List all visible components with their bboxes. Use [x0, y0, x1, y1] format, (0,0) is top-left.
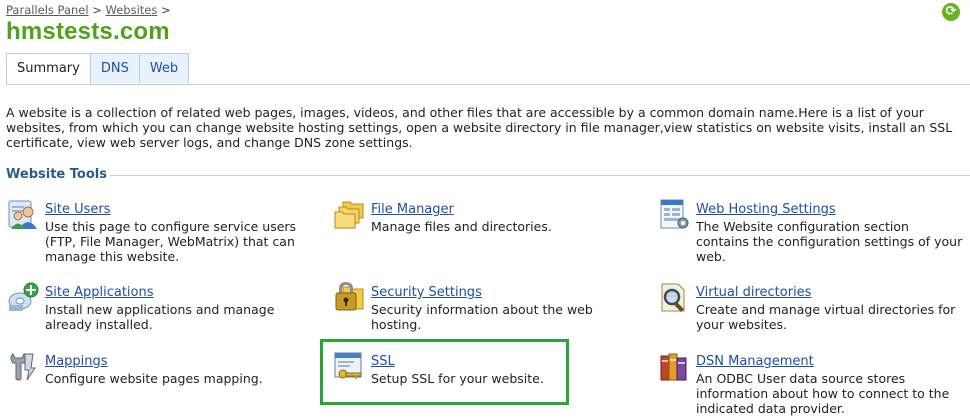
intro-text: A website is a collection of related web…: [6, 105, 953, 150]
refresh-icon[interactable]: ⟳: [942, 3, 960, 21]
folders-icon[interactable]: [333, 198, 365, 230]
breadcrumb-link-websites[interactable]: Websites: [106, 3, 158, 17]
add-application-icon[interactable]: [7, 281, 39, 313]
magnifier-page-icon[interactable]: [658, 281, 690, 313]
dsn-management-description: An ODBC User data source stores informat…: [696, 371, 950, 416]
virtual-directories-link[interactable]: Virtual directories: [696, 285, 811, 301]
dsn-management-link[interactable]: DSN Management: [696, 354, 814, 370]
web-hosting-settings-description: The Website configuration section contai…: [696, 219, 963, 264]
tab-bar: Summary DNS Web: [6, 53, 190, 85]
tool-text: Security Settings Security information a…: [371, 281, 623, 332]
database-books-icon[interactable]: [658, 350, 690, 382]
users-icon[interactable]: [7, 198, 39, 230]
tab-dns[interactable]: DNS: [89, 53, 140, 83]
wrench-icon[interactable]: [7, 350, 39, 382]
site-users-description: Use this page to configure service users…: [45, 219, 297, 264]
security-settings-link[interactable]: Security Settings: [371, 285, 482, 301]
section-divider: [110, 175, 970, 176]
tool-text: Web Hosting Settings The Website configu…: [696, 198, 963, 264]
tab-divider: [6, 84, 970, 85]
tool-text: DSN Management An ODBC User data source …: [696, 350, 963, 416]
file-manager-description: Manage files and directories.: [371, 219, 552, 234]
virtual-directories-description: Create and manage virtual directories fo…: [696, 302, 956, 332]
breadcrumb-separator: >: [161, 3, 171, 17]
tool-text: Site Users Use this page to configure se…: [45, 198, 307, 264]
breadcrumb-link-parallels-panel[interactable]: Parallels Panel: [6, 3, 89, 17]
tool-text: Mappings Configure website pages mapping…: [45, 350, 307, 386]
site-applications-description: Install new applications and manage alre…: [45, 302, 275, 332]
settings-page-icon[interactable]: [658, 198, 690, 230]
file-manager-link[interactable]: File Manager: [371, 202, 454, 218]
security-settings-description: Security information about the web hosti…: [371, 302, 593, 332]
page-title: hmstests.com: [6, 18, 170, 45]
site-users-link[interactable]: Site Users: [45, 202, 111, 218]
lock-folder-icon[interactable]: [333, 281, 365, 313]
tool-text: Virtual directories Create and manage vi…: [696, 281, 963, 332]
mappings-description: Configure website pages mapping.: [45, 371, 263, 386]
breadcrumb-separator: >: [92, 3, 102, 17]
web-hosting-settings-link[interactable]: Web Hosting Settings: [696, 202, 836, 218]
breadcrumb: Parallels Panel > Websites >: [6, 3, 171, 17]
top-right-controls: ⟳: [942, 3, 960, 21]
section-title: Website Tools: [6, 167, 107, 182]
site-applications-link[interactable]: Site Applications: [45, 285, 154, 301]
mappings-link[interactable]: Mappings: [45, 354, 108, 370]
ssl-highlight-box: [320, 339, 569, 405]
tab-web[interactable]: Web: [138, 53, 190, 83]
tool-text: File Manager Manage files and directorie…: [371, 198, 623, 234]
tool-text: Site Applications Install new applicatio…: [45, 281, 307, 332]
tab-summary[interactable]: Summary: [6, 53, 91, 85]
